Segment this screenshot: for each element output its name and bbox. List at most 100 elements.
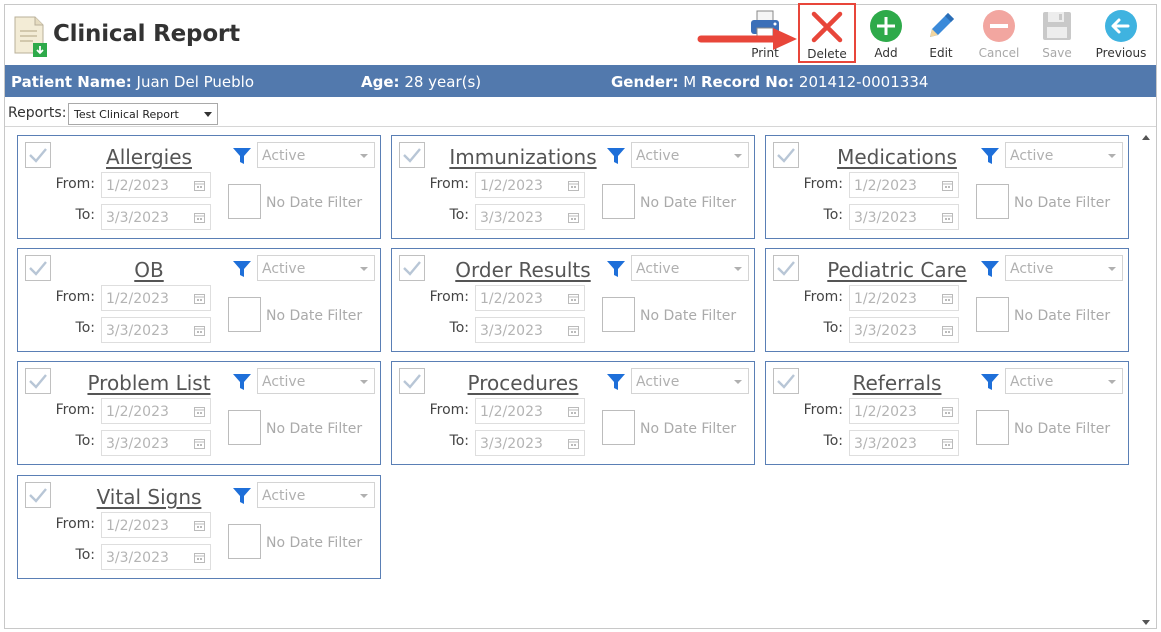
no-date-filter-checkbox[interactable] — [228, 297, 261, 332]
section-title[interactable]: Problem List — [54, 371, 244, 395]
from-date-field[interactable]: 1/2/2023 — [101, 172, 211, 198]
to-date-field[interactable]: 3/3/2023 — [475, 204, 585, 230]
no-date-filter-checkbox[interactable] — [602, 184, 635, 219]
cancel-button[interactable]: Cancel — [975, 5, 1023, 63]
calendar-icon[interactable] — [568, 180, 579, 191]
filter-funnel-icon[interactable] — [232, 146, 252, 166]
to-date-field[interactable]: 3/3/2023 — [849, 204, 959, 230]
to-date-field[interactable]: 3/3/2023 — [849, 317, 959, 343]
section-title[interactable]: Pediatric Care — [802, 258, 992, 282]
reports-select[interactable]: Test Clinical Report — [68, 103, 218, 125]
no-date-filter-checkbox[interactable] — [976, 297, 1009, 332]
edit-button[interactable]: Edit — [919, 5, 963, 63]
calendar-icon[interactable] — [942, 180, 953, 191]
calendar-icon[interactable] — [568, 325, 579, 336]
scroll-down-icon[interactable] — [1142, 620, 1150, 625]
no-date-filter-checkbox[interactable] — [602, 410, 635, 445]
status-select[interactable]: Active — [1005, 142, 1123, 168]
from-date-field[interactable]: 1/2/2023 — [475, 172, 585, 198]
section-checkbox[interactable] — [773, 142, 799, 168]
section-title[interactable]: Vital Signs — [54, 485, 244, 509]
status-select[interactable]: Active — [257, 142, 375, 168]
calendar-icon[interactable] — [568, 438, 579, 449]
status-select[interactable]: Active — [1005, 255, 1123, 281]
from-date-field[interactable]: 1/2/2023 — [475, 398, 585, 424]
vertical-scrollbar[interactable] — [1139, 133, 1153, 627]
status-value: Active — [262, 261, 306, 277]
section-checkbox[interactable] — [773, 368, 799, 394]
calendar-icon[interactable] — [194, 406, 205, 417]
add-button[interactable]: Add — [864, 5, 908, 63]
filter-funnel-icon[interactable] — [980, 259, 1000, 279]
from-date-field[interactable]: 1/2/2023 — [101, 512, 211, 538]
status-select[interactable]: Active — [257, 368, 375, 394]
no-date-filter-checkbox[interactable] — [602, 297, 635, 332]
no-date-filter-checkbox[interactable] — [228, 184, 261, 219]
section-title[interactable]: Allergies — [54, 145, 244, 169]
from-date-field[interactable]: 1/2/2023 — [101, 285, 211, 311]
status-select[interactable]: Active — [257, 482, 375, 508]
calendar-icon[interactable] — [942, 438, 953, 449]
to-date-field[interactable]: 3/3/2023 — [475, 430, 585, 456]
section-checkbox[interactable] — [25, 482, 51, 508]
filter-funnel-icon[interactable] — [232, 259, 252, 279]
calendar-icon[interactable] — [942, 325, 953, 336]
section-checkbox[interactable] — [399, 142, 425, 168]
calendar-icon[interactable] — [194, 520, 205, 531]
previous-button[interactable]: Previous — [1094, 5, 1148, 63]
calendar-icon[interactable] — [942, 293, 953, 304]
filter-funnel-icon[interactable] — [606, 146, 626, 166]
status-select[interactable]: Active — [257, 255, 375, 281]
filter-funnel-icon[interactable] — [980, 372, 1000, 392]
section-checkbox[interactable] — [25, 142, 51, 168]
to-date-field[interactable]: 3/3/2023 — [101, 430, 211, 456]
calendar-icon[interactable] — [194, 180, 205, 191]
filter-funnel-icon[interactable] — [232, 372, 252, 392]
status-select[interactable]: Active — [631, 142, 749, 168]
filter-funnel-icon[interactable] — [606, 372, 626, 392]
section-checkbox[interactable] — [25, 255, 51, 281]
section-title[interactable]: Order Results — [428, 258, 618, 282]
from-date-field[interactable]: 1/2/2023 — [849, 285, 959, 311]
calendar-icon[interactable] — [194, 552, 205, 563]
calendar-icon[interactable] — [194, 438, 205, 449]
status-select[interactable]: Active — [1005, 368, 1123, 394]
section-title[interactable]: Referrals — [802, 371, 992, 395]
calendar-icon[interactable] — [194, 325, 205, 336]
no-date-filter-checkbox[interactable] — [976, 410, 1009, 445]
from-date-field[interactable]: 1/2/2023 — [101, 398, 211, 424]
calendar-icon[interactable] — [194, 212, 205, 223]
filter-funnel-icon[interactable] — [606, 259, 626, 279]
scroll-up-icon[interactable] — [1142, 135, 1150, 140]
section-title[interactable]: OB — [54, 258, 244, 282]
section-title[interactable]: Procedures — [428, 371, 618, 395]
section-checkbox[interactable] — [25, 368, 51, 394]
to-date-field[interactable]: 3/3/2023 — [101, 544, 211, 570]
to-date-field[interactable]: 3/3/2023 — [101, 317, 211, 343]
calendar-icon[interactable] — [568, 293, 579, 304]
status-select[interactable]: Active — [631, 255, 749, 281]
filter-funnel-icon[interactable] — [232, 486, 252, 506]
no-date-filter-checkbox[interactable] — [228, 410, 261, 445]
to-date-field[interactable]: 3/3/2023 — [475, 317, 585, 343]
section-checkbox[interactable] — [399, 255, 425, 281]
section-checkbox[interactable] — [399, 368, 425, 394]
section-title[interactable]: Medications — [802, 145, 992, 169]
from-date-field[interactable]: 1/2/2023 — [849, 398, 959, 424]
status-select[interactable]: Active — [631, 368, 749, 394]
no-date-filter-checkbox[interactable] — [228, 524, 261, 559]
section-title[interactable]: Immunizations — [428, 145, 618, 169]
calendar-icon[interactable] — [568, 406, 579, 417]
filter-funnel-icon[interactable] — [980, 146, 1000, 166]
calendar-icon[interactable] — [568, 212, 579, 223]
calendar-icon[interactable] — [942, 212, 953, 223]
calendar-icon[interactable] — [194, 293, 205, 304]
from-date-field[interactable]: 1/2/2023 — [849, 172, 959, 198]
to-date-field[interactable]: 3/3/2023 — [101, 204, 211, 230]
save-button[interactable]: Save — [1035, 5, 1079, 63]
to-date-field[interactable]: 3/3/2023 — [849, 430, 959, 456]
calendar-icon[interactable] — [942, 406, 953, 417]
from-date-field[interactable]: 1/2/2023 — [475, 285, 585, 311]
section-checkbox[interactable] — [773, 255, 799, 281]
no-date-filter-checkbox[interactable] — [976, 184, 1009, 219]
